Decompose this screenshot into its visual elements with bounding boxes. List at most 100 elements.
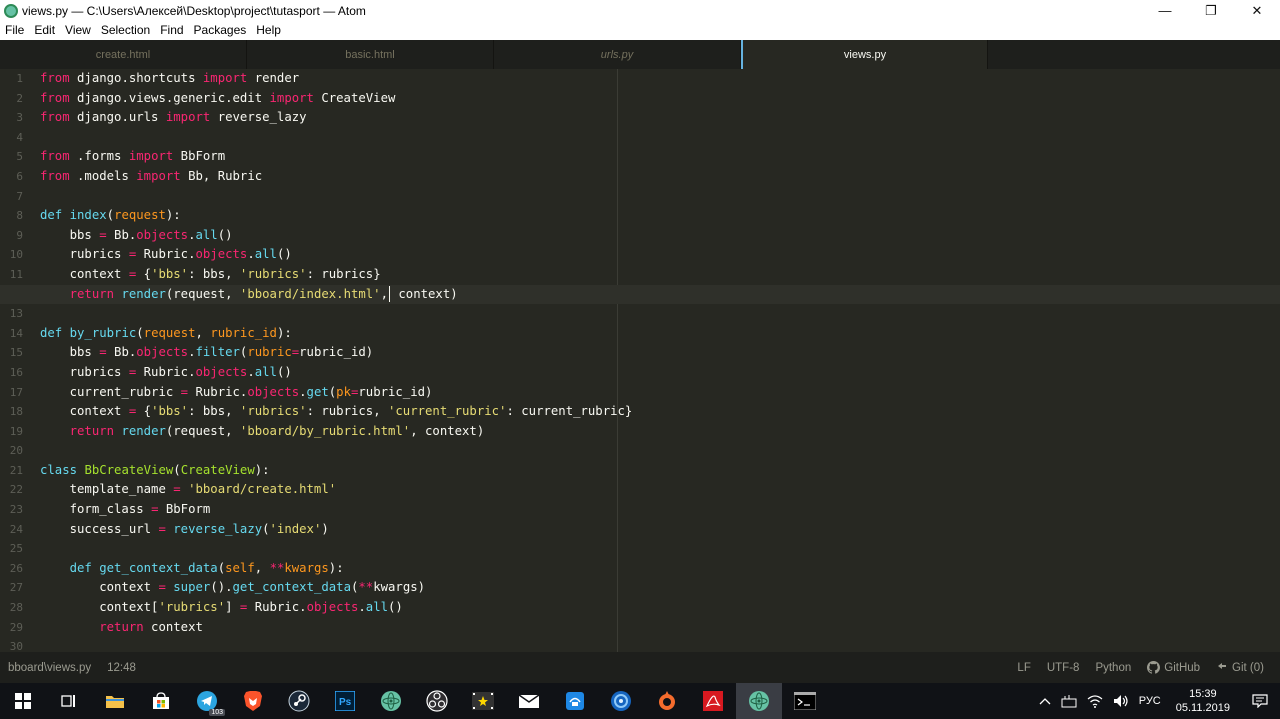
wifi-icon[interactable] xyxy=(1082,694,1108,708)
menu-selection[interactable]: Selection xyxy=(96,21,155,40)
photoshop-icon[interactable]: Ps xyxy=(322,683,368,719)
origin-icon[interactable] xyxy=(644,683,690,719)
task-view-icon[interactable] xyxy=(46,683,92,719)
code-line[interactable]: from django.urls import reverse_lazy xyxy=(40,108,1280,128)
status-file-path[interactable]: bboard\views.py xyxy=(0,662,99,674)
status-bar: bboard\views.py 12:48 LF UTF-8 Python Gi… xyxy=(0,652,1280,683)
status-github[interactable]: GitHub xyxy=(1139,661,1208,674)
code-line[interactable]: rubrics = Rubric.objects.all() xyxy=(40,245,1280,265)
restore-button[interactable]: ❐ xyxy=(1188,0,1234,21)
close-button[interactable]: ✕ xyxy=(1234,0,1280,21)
menu-file[interactable]: File xyxy=(0,21,29,40)
line-number: 3 xyxy=(16,111,23,125)
code-line[interactable] xyxy=(40,441,1280,461)
code-line[interactable] xyxy=(40,637,1280,652)
input-language[interactable]: РУС xyxy=(1134,695,1166,707)
line-number: 25 xyxy=(9,542,23,556)
window-title: views.py — C:\Users\Алексей\Desktop\proj… xyxy=(22,3,366,18)
code-line[interactable]: from django.views.generic.edit import Cr… xyxy=(40,89,1280,109)
line-number: 19 xyxy=(9,424,23,438)
code-line[interactable]: current_rubric = Rubric.objects.get(pk=r… xyxy=(40,383,1280,403)
status-git[interactable]: Git (0) xyxy=(1208,662,1272,674)
code-line[interactable]: context = {'bbs': bbs, 'rubrics': rubric… xyxy=(40,265,1280,285)
code-line[interactable]: success_url = reverse_lazy('index') xyxy=(40,520,1280,540)
clock[interactable]: 15:39 05.11.2019 xyxy=(1166,687,1240,715)
code-line[interactable]: context = {'bbs': bbs, 'rubrics': rubric… xyxy=(40,402,1280,422)
git-label: Git (0) xyxy=(1232,661,1264,674)
code-line[interactable]: template_name = 'bboard/create.html' xyxy=(40,480,1280,500)
code-line[interactable]: def get_context_data(self, **kwargs): xyxy=(40,559,1280,579)
steam-icon[interactable] xyxy=(276,683,322,719)
code-line[interactable]: return render(request, 'bboard/by_rubric… xyxy=(40,422,1280,442)
git-arrows-icon xyxy=(1218,662,1227,669)
line-number: 22 xyxy=(9,483,23,497)
code-line[interactable]: class BbCreateView(CreateView): xyxy=(40,461,1280,481)
code-line[interactable]: bbs = Bb.objects.filter(rubric=rubric_id… xyxy=(40,343,1280,363)
line-number: 15 xyxy=(9,346,23,360)
menu-find[interactable]: Find xyxy=(155,21,188,40)
volume-icon[interactable] xyxy=(1108,694,1134,708)
code-line[interactable]: return context xyxy=(40,618,1280,638)
code-line[interactable] xyxy=(40,539,1280,559)
line-number: 30 xyxy=(9,640,23,652)
atom-icon[interactable] xyxy=(368,683,414,719)
menu-help[interactable]: Help xyxy=(251,21,286,40)
line-number: 16 xyxy=(9,365,23,379)
atom-active-icon[interactable] xyxy=(736,683,782,719)
status-grammar[interactable]: Python xyxy=(1087,662,1139,674)
code-line[interactable]: context['rubrics'] = Rubric.objects.all(… xyxy=(40,598,1280,618)
status-line-ending[interactable]: LF xyxy=(1009,662,1038,674)
status-encoding[interactable]: UTF-8 xyxy=(1039,662,1088,674)
github-label: GitHub xyxy=(1164,661,1201,674)
menu-view[interactable]: View xyxy=(60,21,96,40)
keyboard-layout-icon[interactable] xyxy=(1056,694,1082,708)
code-line[interactable]: rubrics = Rubric.objects.all() xyxy=(40,363,1280,383)
start-icon[interactable] xyxy=(0,683,46,719)
line-number: 4 xyxy=(16,130,23,144)
notifications-icon[interactable] xyxy=(1240,694,1280,708)
telegram-icon[interactable]: 103 xyxy=(184,683,230,719)
minimize-button[interactable]: — xyxy=(1142,0,1188,21)
code-line[interactable]: bbs = Bb.objects.all() xyxy=(40,226,1280,246)
telegram-unread-badge: 103 xyxy=(209,709,225,716)
tab-views-py[interactable]: views.py xyxy=(741,40,988,69)
code-line[interactable]: def index(request): xyxy=(40,206,1280,226)
browser-icon[interactable] xyxy=(598,683,644,719)
media-icon[interactable] xyxy=(460,683,506,719)
code-line[interactable]: from .forms import BbForm xyxy=(40,147,1280,167)
menu-packages[interactable]: Packages xyxy=(189,21,252,40)
show-hidden-icons-icon[interactable] xyxy=(1034,696,1056,706)
store-icon[interactable] xyxy=(138,683,184,719)
code-line[interactable]: from .models import Bb, Rubric xyxy=(40,167,1280,187)
mail-icon[interactable] xyxy=(506,683,552,719)
terminal-icon[interactable] xyxy=(782,683,828,719)
obs-icon[interactable] xyxy=(414,683,460,719)
line-number: 18 xyxy=(9,405,23,419)
code-line[interactable]: return render(request, 'bboard/index.htm… xyxy=(0,284,1280,305)
code-editor[interactable]: 1234567891011121314151617181920212223242… xyxy=(0,69,1280,652)
file-explorer-icon[interactable] xyxy=(92,683,138,719)
line-number: 2 xyxy=(16,91,23,105)
code-line[interactable] xyxy=(40,187,1280,207)
line-number-gutter: 1234567891011121314151617181920212223242… xyxy=(0,69,32,652)
tab-urls-py[interactable]: urls.py xyxy=(494,40,741,69)
system-tray: РУС 15:39 05.11.2019 xyxy=(1034,683,1280,719)
code-line[interactable]: def by_rubric(request, rubric_id): xyxy=(40,324,1280,344)
brave-icon[interactable] xyxy=(230,683,276,719)
github-icon xyxy=(1147,661,1161,674)
app-icon[interactable] xyxy=(552,683,598,719)
code-line[interactable]: form_class = BbForm xyxy=(40,500,1280,520)
code-line[interactable] xyxy=(40,304,1280,324)
status-cursor-position[interactable]: 12:48 xyxy=(99,662,144,674)
menu-edit[interactable]: Edit xyxy=(29,21,60,40)
line-number: 17 xyxy=(9,385,23,399)
clock-time: 15:39 xyxy=(1189,688,1217,700)
line-number: 13 xyxy=(9,307,23,321)
tab-basic-html[interactable]: basic.html xyxy=(247,40,494,69)
tab-create-html[interactable]: create.html xyxy=(0,40,247,69)
code-line[interactable]: from django.shortcuts import render xyxy=(40,69,1280,89)
code-line[interactable]: context = super().get_context_data(**kwa… xyxy=(40,578,1280,598)
code-area[interactable]: from django.shortcuts import render from … xyxy=(0,69,1280,652)
acrobat-icon[interactable] xyxy=(690,683,736,719)
code-line[interactable] xyxy=(40,128,1280,148)
